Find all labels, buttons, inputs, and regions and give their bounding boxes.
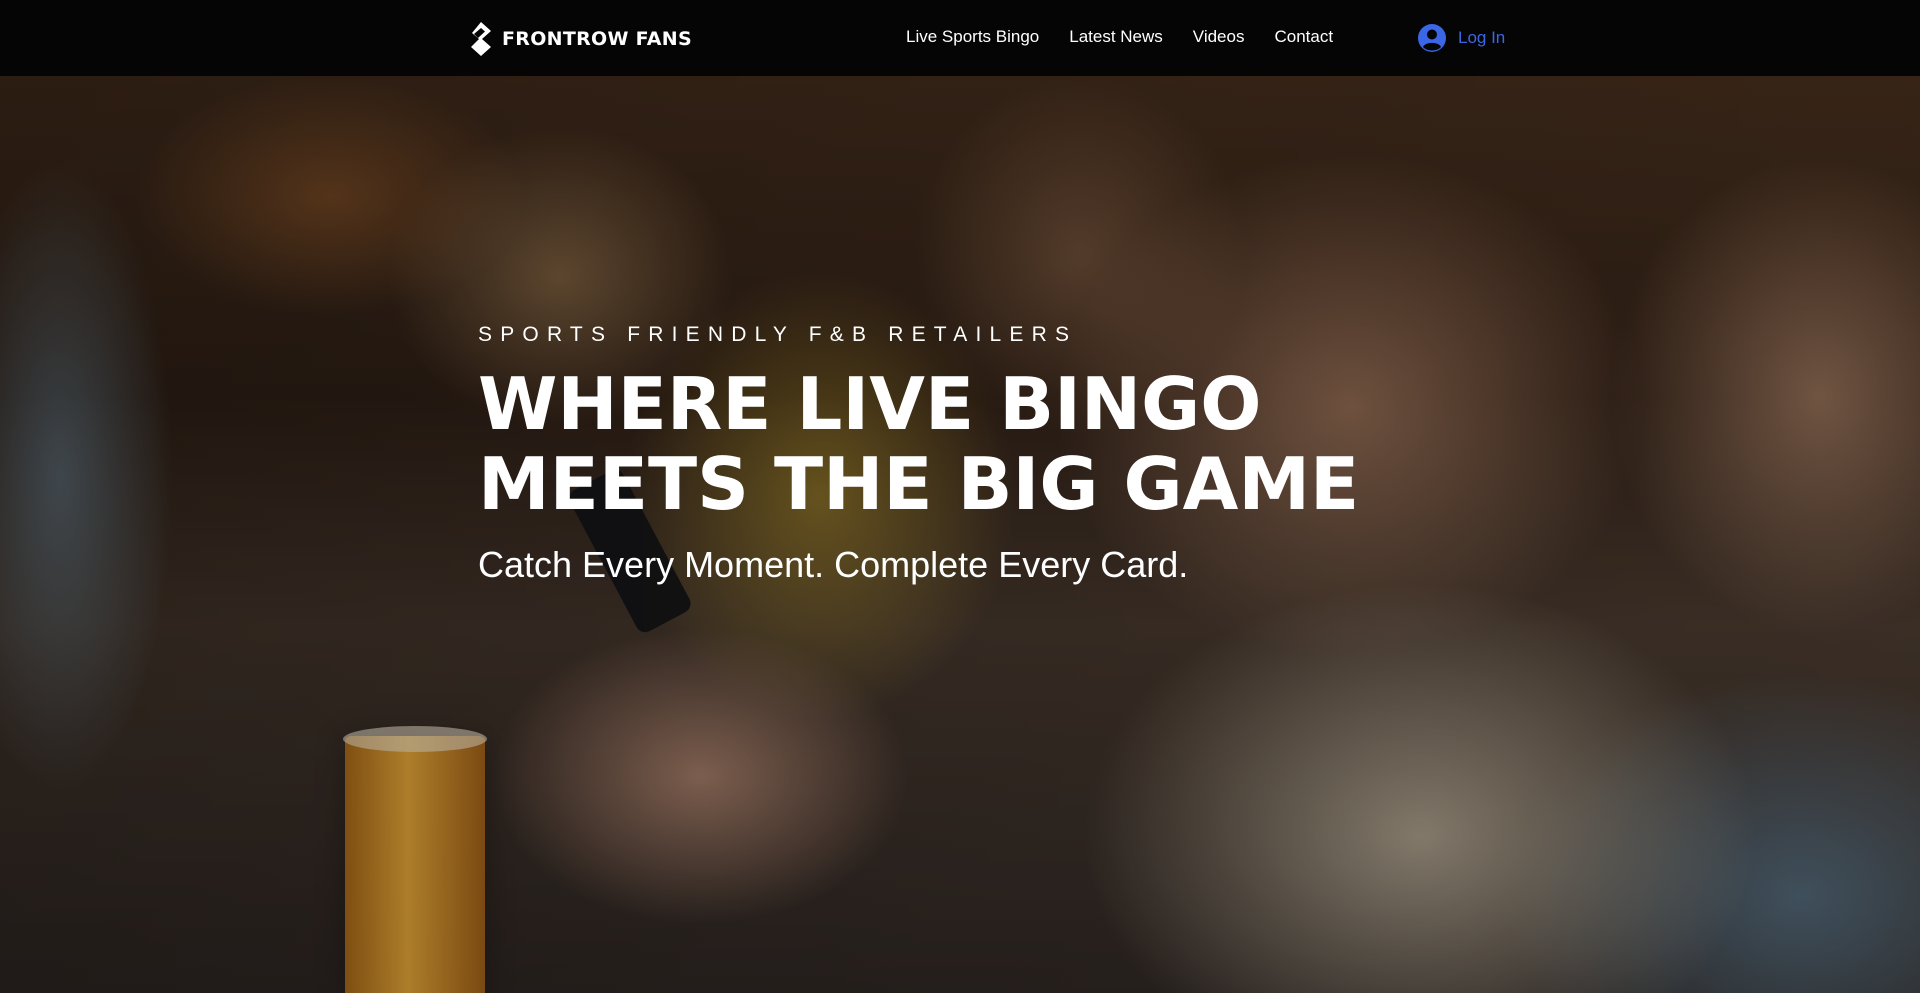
nav-item-latest-news[interactable]: Latest News <box>1069 26 1163 48</box>
hero-tagline: Catch Every Moment. Complete Every Card. <box>478 544 1189 585</box>
hero-headline-line-1: WHERE LIVE BINGO <box>478 362 1262 446</box>
nav-item-videos[interactable]: Videos <box>1193 26 1245 48</box>
login-button[interactable]: Log In <box>1418 24 1505 52</box>
nav-item-contact[interactable]: Contact <box>1274 26 1333 48</box>
hero-section: SPORTS FRIENDLY F&B RETAILERS WHERE LIVE… <box>0 76 1920 993</box>
page: FRONTROW FANS Live Sports Bingo Latest N… <box>0 0 1920 993</box>
nav-item-live-sports-bingo[interactable]: Live Sports Bingo <box>906 26 1039 48</box>
hero-content: SPORTS FRIENDLY F&B RETAILERS WHERE LIVE… <box>478 322 1359 586</box>
user-avatar-icon <box>1418 24 1446 52</box>
login-label: Log In <box>1458 28 1506 47</box>
hero-headline: WHERE LIVE BINGO MEETS THE BIG GAME <box>478 364 1359 524</box>
frontrow-logo-icon <box>471 22 491 56</box>
main-nav: Live Sports Bingo Latest News Videos Con… <box>906 26 1333 48</box>
hero-eyebrow: SPORTS FRIENDLY F&B RETAILERS <box>478 323 1078 346</box>
site-header: FRONTROW FANS Live Sports Bingo Latest N… <box>0 0 1920 76</box>
hero-headline-line-2: MEETS THE BIG GAME <box>478 442 1360 526</box>
brand-name: FRONTROW FANS <box>502 28 692 50</box>
brand-logo-link[interactable]: FRONTROW FANS <box>470 21 692 57</box>
